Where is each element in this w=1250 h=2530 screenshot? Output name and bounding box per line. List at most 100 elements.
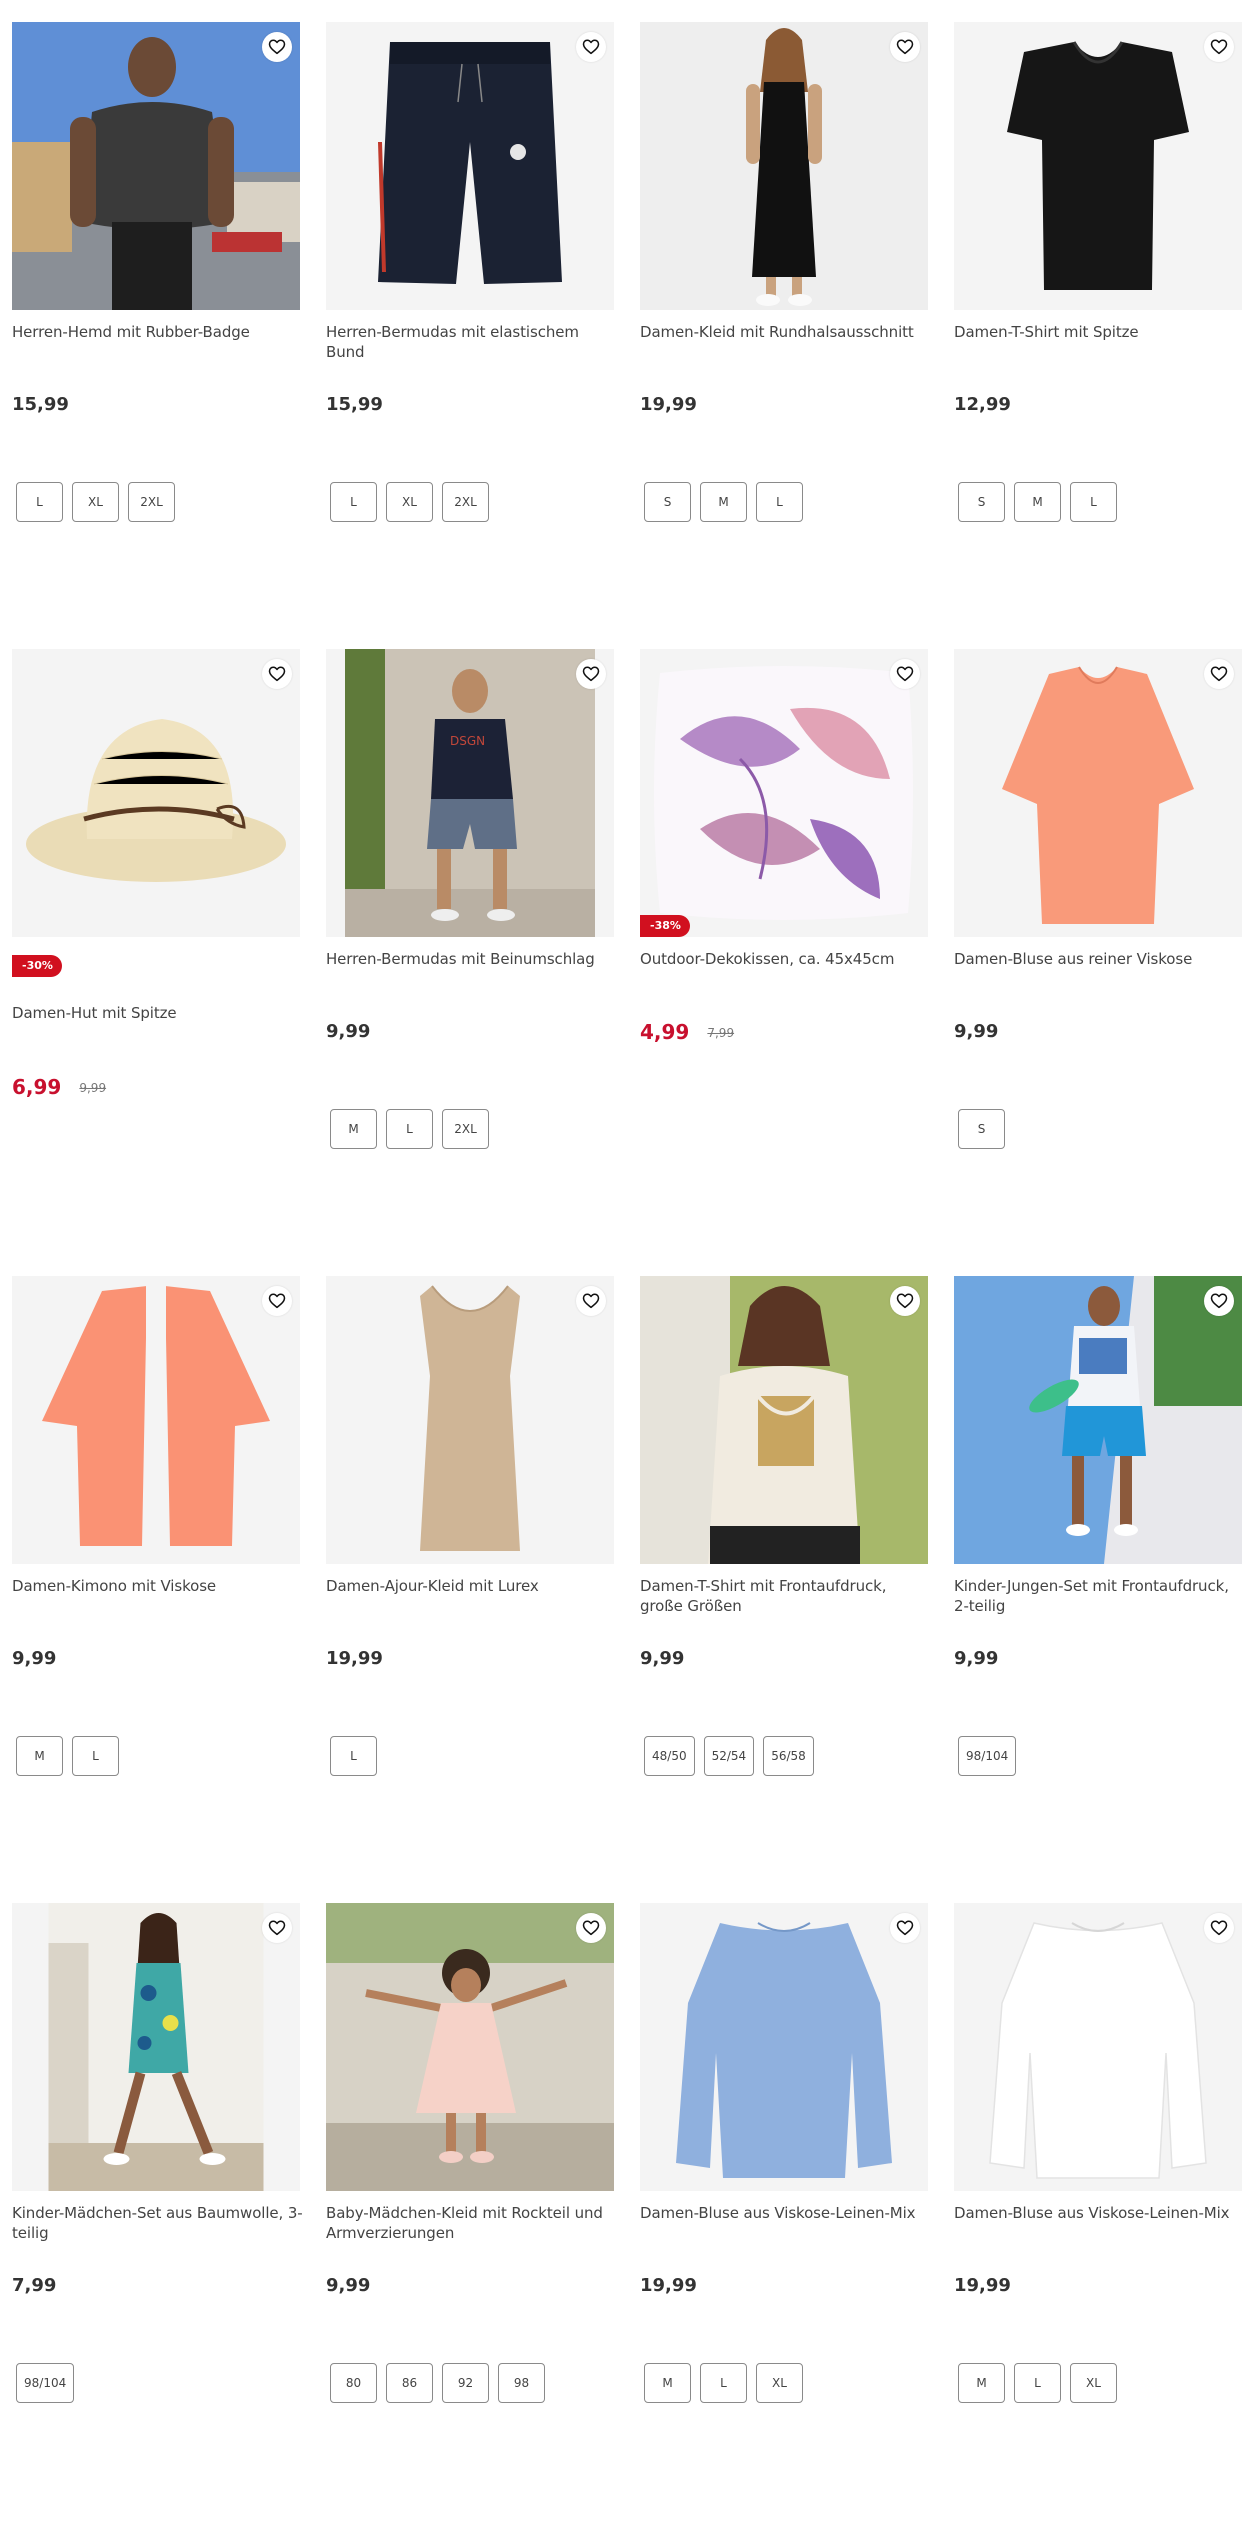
product-card[interactable]: Damen-Kleid mit Rundhalsausschnitt 19,99 S…	[640, 22, 928, 649]
product-name[interactable]: Damen-Kleid mit Rundhalsausschnitt	[640, 322, 932, 342]
size-button[interactable]: XL	[756, 2363, 803, 2403]
product-card[interactable]: Damen-Bluse aus Viskose-Leinen-Mix 19,99 M…	[954, 1903, 1242, 2530]
size-button[interactable]: 98	[498, 2363, 545, 2403]
size-button[interactable]: 98/104	[16, 2363, 75, 2403]
size-options: 80 86 92 98	[330, 2363, 545, 2403]
wishlist-heart-icon[interactable]	[890, 32, 920, 62]
product-name[interactable]: Damen-Ajour-Kleid mit Lurex	[326, 1576, 618, 1596]
size-button[interactable]: 48/50	[644, 1736, 695, 1776]
size-button[interactable]: 2XL	[442, 482, 489, 522]
product-name[interactable]: Baby-Mädchen-Kleid mit Rockteil und Armv…	[326, 2203, 618, 2243]
price-row: 19,99	[326, 1647, 383, 1671]
size-button[interactable]: L	[16, 482, 63, 522]
product-image[interactable]	[640, 22, 928, 310]
wishlist-heart-icon[interactable]	[576, 659, 606, 689]
size-button[interactable]: M	[16, 1736, 63, 1776]
size-button[interactable]: L	[756, 482, 803, 522]
product-image[interactable]	[326, 22, 614, 310]
product-image[interactable]	[640, 1903, 928, 2191]
product-name[interactable]: Damen-Bluse aus Viskose-Leinen-Mix	[640, 2203, 932, 2223]
product-name[interactable]: Outdoor-Dekokissen, ca. 45x45cm	[640, 949, 932, 969]
size-button[interactable]: M	[644, 2363, 691, 2403]
size-button[interactable]: M	[330, 1109, 377, 1149]
product-name[interactable]: Damen-T-Shirt mit Spitze	[954, 322, 1246, 342]
size-button[interactable]: L	[700, 2363, 747, 2403]
wishlist-heart-icon[interactable]	[890, 1913, 920, 1943]
size-button[interactable]: S	[644, 482, 691, 522]
product-name[interactable]: Damen-Hut mit Spitze	[12, 1003, 304, 1023]
wishlist-heart-icon[interactable]	[890, 659, 920, 689]
product-image[interactable]	[954, 649, 1242, 937]
wishlist-heart-icon[interactable]	[576, 1286, 606, 1316]
size-button[interactable]: 52/54	[703, 1736, 755, 1776]
size-button[interactable]: L	[1014, 2363, 1061, 2403]
product-name[interactable]: Damen-Bluse aus reiner Viskose	[954, 949, 1246, 969]
product-name[interactable]: Damen-Bluse aus Viskose-Leinen-Mix	[954, 2203, 1246, 2223]
product-card[interactable]: Damen-Bluse aus Viskose-Leinen-Mix 19,99 M…	[640, 1903, 928, 2530]
size-button[interactable]: M	[958, 2363, 1005, 2403]
product-name[interactable]: Damen-Kimono mit Viskose	[12, 1576, 304, 1596]
product-image[interactable]	[12, 1903, 300, 2191]
product-card[interactable]: Damen-Ajour-Kleid mit Lurex 19,99 L	[326, 1276, 614, 1903]
wishlist-heart-icon[interactable]	[576, 1913, 606, 1943]
product-name[interactable]: Herren-Bermudas mit Beinumschlag	[326, 949, 618, 969]
product-name[interactable]: Damen-T-Shirt mit Frontaufdruck, große G…	[640, 1576, 932, 1616]
size-button[interactable]: L	[330, 482, 377, 522]
product-image[interactable]	[326, 1276, 614, 1564]
size-button[interactable]: L	[330, 1736, 377, 1776]
size-button[interactable]: S	[958, 1109, 1005, 1149]
product-name[interactable]: Kinder-Jungen-Set mit Frontaufdruck, 2-t…	[954, 1576, 1246, 1616]
size-button[interactable]: XL	[72, 482, 119, 522]
size-button[interactable]: L	[72, 1736, 119, 1776]
product-card[interactable]: Herren-Bermudas mit elastischem Bund 15,9…	[326, 22, 614, 649]
product-card[interactable]: DSGN Herren-Bermudas mit Beinumschlag 9,99…	[326, 649, 614, 1276]
size-button[interactable]: 92	[442, 2363, 489, 2403]
wishlist-heart-icon[interactable]	[262, 1286, 292, 1316]
product-card[interactable]: Kinder-Mädchen-Set aus Baumwolle, 3-teil…	[12, 1903, 303, 2530]
size-button[interactable]: 56/58	[763, 1736, 814, 1776]
size-button[interactable]: M	[1014, 482, 1061, 522]
product-card[interactable]: Damen-T-Shirt mit Frontaufdruck, große G…	[640, 1276, 928, 1903]
size-button[interactable]: 2XL	[128, 482, 175, 522]
product-card[interactable]: -38% Outdoor-Dekokissen, ca. 45x45cm 4,99 7…	[640, 649, 928, 1276]
wishlist-heart-icon[interactable]	[1204, 1913, 1234, 1943]
product-image[interactable]	[954, 1276, 1242, 1564]
wishlist-heart-icon[interactable]	[1204, 32, 1234, 62]
product-image[interactable]	[954, 22, 1242, 310]
wishlist-heart-icon[interactable]	[576, 32, 606, 62]
wishlist-heart-icon[interactable]	[1204, 659, 1234, 689]
wishlist-heart-icon[interactable]	[1204, 1286, 1234, 1316]
product-card[interactable]: Kinder-Jungen-Set mit Frontaufdruck, 2-t…	[954, 1276, 1242, 1903]
product-name[interactable]: Herren-Hemd mit Rubber-Badge	[12, 322, 304, 342]
product-card[interactable]: Baby-Mädchen-Kleid mit Rockteil und Armv…	[326, 1903, 614, 2530]
product-image[interactable]	[12, 22, 300, 310]
wishlist-heart-icon[interactable]	[262, 1913, 292, 1943]
product-card[interactable]: Damen-T-Shirt mit Spitze 12,99 S M L	[954, 22, 1242, 649]
product-card[interactable]: Damen-Kimono mit Viskose 9,99 M L	[12, 1276, 300, 1903]
product-card[interactable]: Herren-Hemd mit Rubber-Badge 15,99 L XL 2XL	[12, 22, 300, 649]
size-button[interactable]: L	[1070, 482, 1117, 522]
product-name[interactable]: Herren-Bermudas mit elastischem Bund	[326, 322, 618, 362]
product-image[interactable]	[640, 1276, 928, 1564]
size-button[interactable]: XL	[1070, 2363, 1117, 2403]
size-button[interactable]: XL	[386, 482, 433, 522]
size-button[interactable]: 2XL	[442, 1109, 489, 1149]
product-image[interactable]	[326, 1903, 614, 2191]
size-button[interactable]: M	[700, 482, 747, 522]
product-image[interactable]: -38%	[640, 649, 928, 937]
size-button[interactable]: L	[386, 1109, 433, 1149]
size-button[interactable]: S	[958, 482, 1005, 522]
size-button[interactable]: 80	[330, 2363, 377, 2403]
product-image[interactable]	[12, 1276, 300, 1564]
size-button[interactable]: 98/104	[958, 1736, 1017, 1776]
wishlist-heart-icon[interactable]	[890, 1286, 920, 1316]
product-image[interactable]	[12, 649, 300, 937]
product-card[interactable]: Damen-Bluse aus reiner Viskose 9,99 S	[954, 649, 1242, 1276]
product-image[interactable]	[954, 1903, 1242, 2191]
size-button[interactable]: 86	[386, 2363, 433, 2403]
product-image[interactable]: DSGN	[326, 649, 614, 937]
wishlist-heart-icon[interactable]	[262, 32, 292, 62]
product-name[interactable]: Kinder-Mädchen-Set aus Baumwolle, 3-teil…	[12, 2203, 304, 2243]
product-card[interactable]: -30% Damen-Hut mit Spitze 6,99 9,99	[12, 649, 300, 1276]
wishlist-heart-icon[interactable]	[262, 659, 292, 689]
